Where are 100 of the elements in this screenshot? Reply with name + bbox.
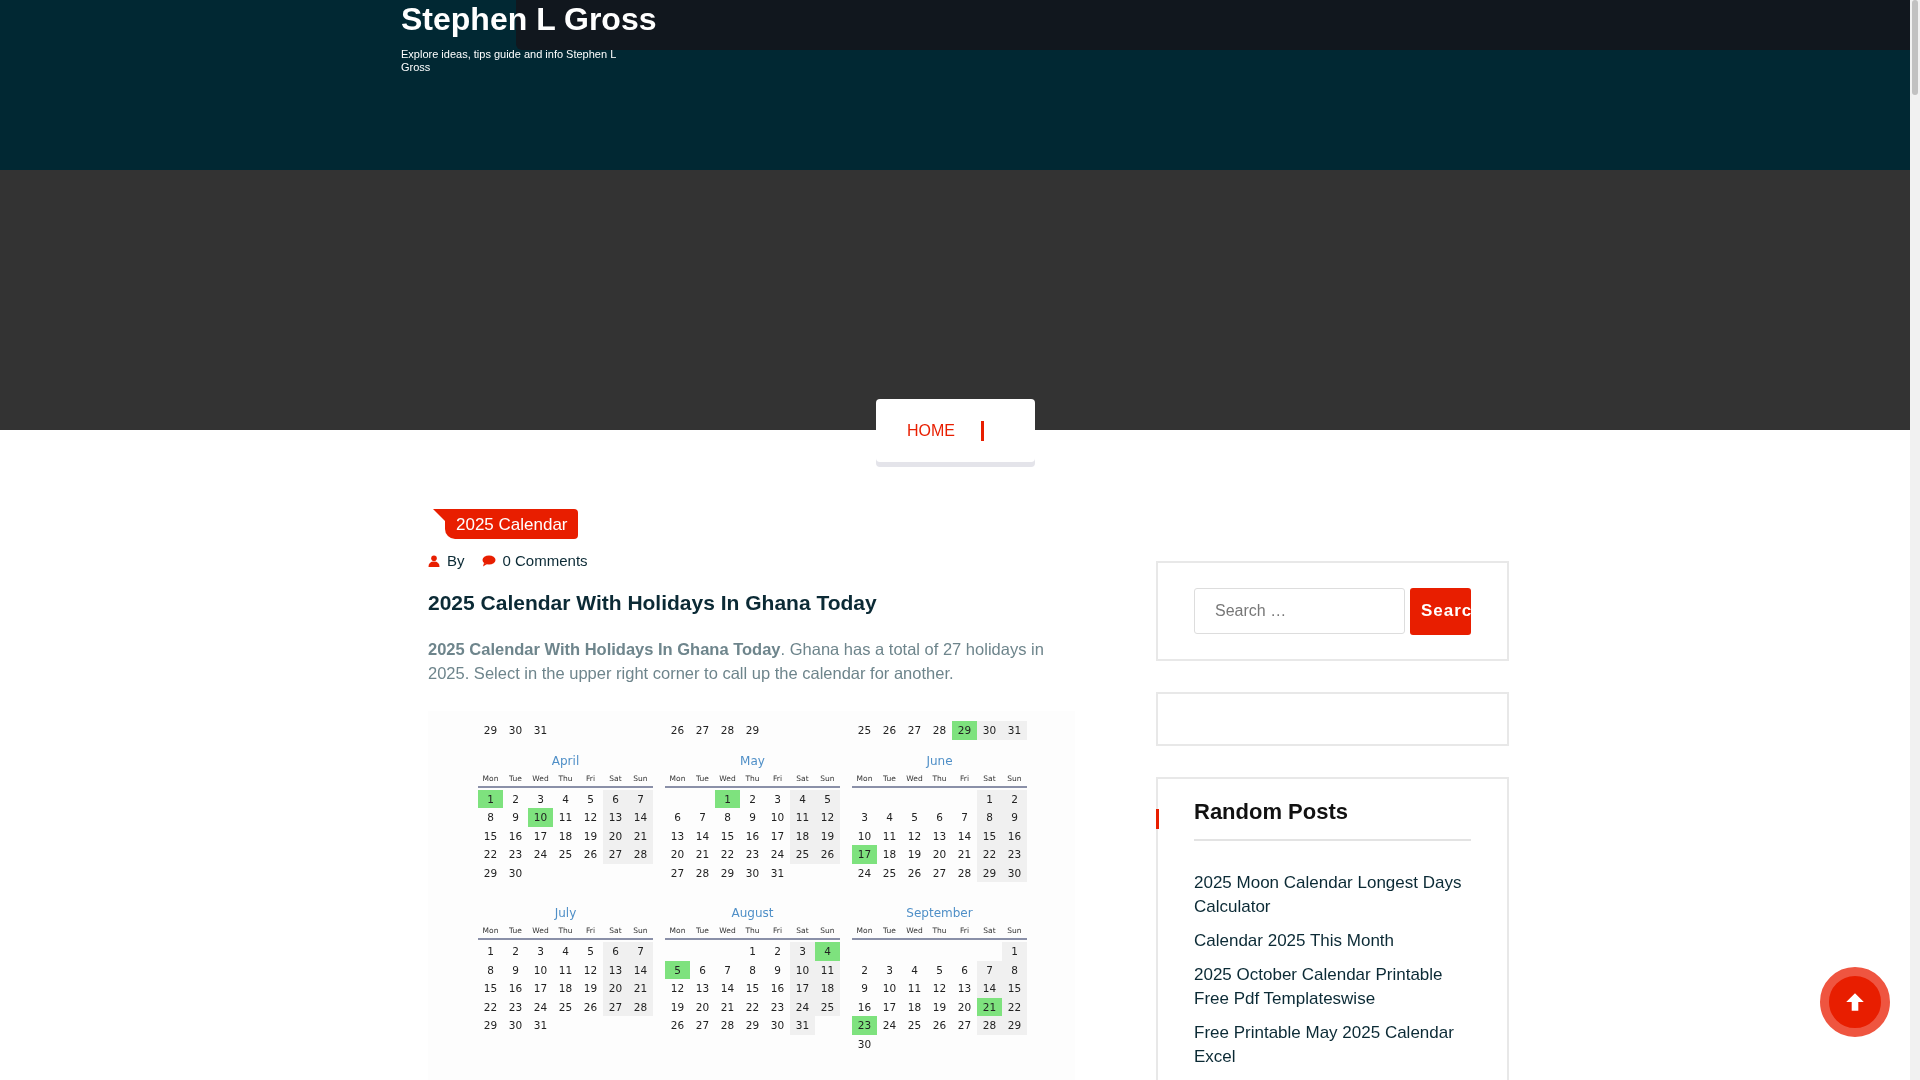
calendar-day: 8 xyxy=(478,808,503,827)
comment-icon xyxy=(481,554,496,567)
calendar-day: 6 xyxy=(665,808,690,827)
calendar-day: 30 xyxy=(852,1034,877,1053)
calendar-day: 23 xyxy=(1002,845,1027,864)
calendar-day: 25 xyxy=(902,1016,927,1035)
calendar-day: 12 xyxy=(815,808,840,827)
post-link[interactable]: 2025 Moon Calendar Longest Days Calculator xyxy=(1194,871,1469,919)
calendar-day: 11 xyxy=(553,960,578,979)
calendar-day: 1 xyxy=(1002,942,1027,961)
calendar-day: 3 xyxy=(765,789,790,808)
post-link[interactable]: Free Printable May 2025 Calendar Excel xyxy=(1194,1021,1469,1069)
calendar-day: 19 xyxy=(578,826,603,845)
calendar-day: 19 xyxy=(578,979,603,998)
calendar-day: 9 xyxy=(503,808,528,827)
calendar-day: 25 xyxy=(852,721,877,740)
calendar-day: 4 xyxy=(815,942,840,961)
calendar-day: 15 xyxy=(1002,979,1027,998)
calendar-day: 15 xyxy=(715,826,740,845)
calendar-day: 6 xyxy=(603,789,628,808)
search-field[interactable]: Search … xyxy=(1194,588,1405,634)
calendar-day: 19 xyxy=(902,845,927,864)
calendar-day: 5 xyxy=(578,942,603,961)
calendar-day: 10 xyxy=(877,979,902,998)
calendar-day: 11 xyxy=(877,826,902,845)
calendar-day: 27 xyxy=(927,863,952,882)
calendar-day: 2 xyxy=(765,942,790,961)
calendar-day: 2 xyxy=(1002,789,1027,808)
month-name: June xyxy=(925,753,954,770)
calendar-day: 5 xyxy=(902,808,927,827)
calendar-day: 15 xyxy=(740,979,765,998)
calendar-day: 10 xyxy=(765,808,790,827)
calendar-day: 8 xyxy=(715,808,740,827)
arrow-up-icon xyxy=(1844,991,1866,1013)
calendar-day: 21 xyxy=(715,997,740,1016)
calendar-day: 16 xyxy=(740,826,765,845)
calendar-day: 19 xyxy=(927,997,952,1016)
calendar-day: 11 xyxy=(902,979,927,998)
calendar-day: 24 xyxy=(528,845,553,864)
calendar-day: 5 xyxy=(927,960,952,979)
calendar-day: 18 xyxy=(553,826,578,845)
calendar-day: 24 xyxy=(877,1016,902,1035)
site-title[interactable]: Stephen L Gross xyxy=(401,0,657,38)
calendar-day: 13 xyxy=(690,979,715,998)
calendar-day: 6 xyxy=(690,960,715,979)
calendar-day: 10 xyxy=(528,960,553,979)
post-link[interactable]: 2025 October Calendar Printable Free Pdf Templateswise xyxy=(1194,963,1469,1011)
calendar-day: 26 xyxy=(877,721,902,740)
calendar-day: 26 xyxy=(665,721,690,740)
calendar-day: 11 xyxy=(553,808,578,827)
calendar-day: 22 xyxy=(478,997,503,1016)
calendar-day: 28 xyxy=(715,721,740,740)
calendar-day: 20 xyxy=(690,997,715,1016)
calendar-day: 25 xyxy=(877,863,902,882)
calendar-day: 21 xyxy=(952,845,977,864)
calendar-day: 24 xyxy=(765,845,790,864)
calendar-day: 9 xyxy=(765,960,790,979)
calendar-day: 29 xyxy=(715,863,740,882)
calendar-day: 31 xyxy=(765,863,790,882)
calendar-day: 31 xyxy=(528,721,553,740)
calendar-day: 27 xyxy=(690,1016,715,1035)
calendar-day: 9 xyxy=(1002,808,1027,827)
calendar-day: 1 xyxy=(740,942,765,961)
calendar-day: 13 xyxy=(665,826,690,845)
calendar-day: 17 xyxy=(528,979,553,998)
nav-link[interactable]: HOME xyxy=(907,421,955,440)
calendar-day: 9 xyxy=(852,979,877,998)
month-name: April xyxy=(550,753,581,770)
calendar-day: 4 xyxy=(553,942,578,961)
calendar-day: 14 xyxy=(690,826,715,845)
submit-button[interactable]: Searc xyxy=(1410,587,1471,635)
post-link[interactable]: Calendar 2025 This Month xyxy=(1194,929,1469,953)
calendar-day: 12 xyxy=(665,979,690,998)
calendar-day: 3 xyxy=(877,960,902,979)
calendar-day: 30 xyxy=(503,721,528,740)
calendar-day: 17 xyxy=(877,997,902,1016)
calendar-day: 27 xyxy=(952,1016,977,1035)
calendar-day: 12 xyxy=(578,960,603,979)
calendar-day: 27 xyxy=(603,845,628,864)
calendar-day: 4 xyxy=(877,808,902,827)
post-title[interactable]: 2025 Calendar With Holidays In Ghana Today xyxy=(428,591,1075,615)
calendar-day: 14 xyxy=(977,979,1002,998)
calendar-day: 18 xyxy=(815,979,840,998)
calendar-day: 5 xyxy=(815,789,840,808)
calendar-day: 20 xyxy=(952,997,977,1016)
calendar-day: 9 xyxy=(503,960,528,979)
calendar-day: 11 xyxy=(790,808,815,827)
calendar-day: 16 xyxy=(503,979,528,998)
month-name: May xyxy=(739,753,766,770)
calendar-day: 17 xyxy=(765,826,790,845)
calendar-day: 30 xyxy=(503,1016,528,1035)
calendar-day: 29 xyxy=(478,721,503,740)
category-tag[interactable]: 2025 Calendar xyxy=(445,509,578,539)
comments-link[interactable]: 0 Comments xyxy=(502,552,588,569)
month-name: July xyxy=(553,906,578,922)
calendar-day: 27 xyxy=(902,721,927,740)
calendar-day: 25 xyxy=(790,845,815,864)
calendar-day: 14 xyxy=(952,826,977,845)
calendar-day: 24 xyxy=(528,997,553,1016)
calendar-day: 1 xyxy=(715,789,740,808)
